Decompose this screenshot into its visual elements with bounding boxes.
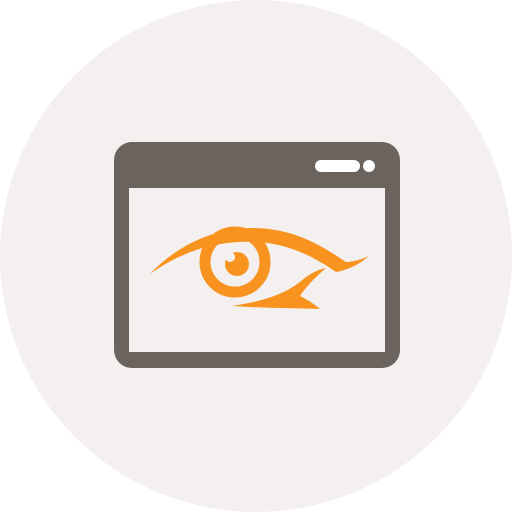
window-control-dot [363, 160, 375, 172]
window-content [129, 188, 385, 352]
eye-highlight [225, 252, 235, 262]
window-title-bar-pill [315, 160, 360, 172]
app-icon [0, 0, 512, 512]
browser-window-eye-icon [0, 0, 512, 512]
browser-window-icon [114, 142, 400, 368]
